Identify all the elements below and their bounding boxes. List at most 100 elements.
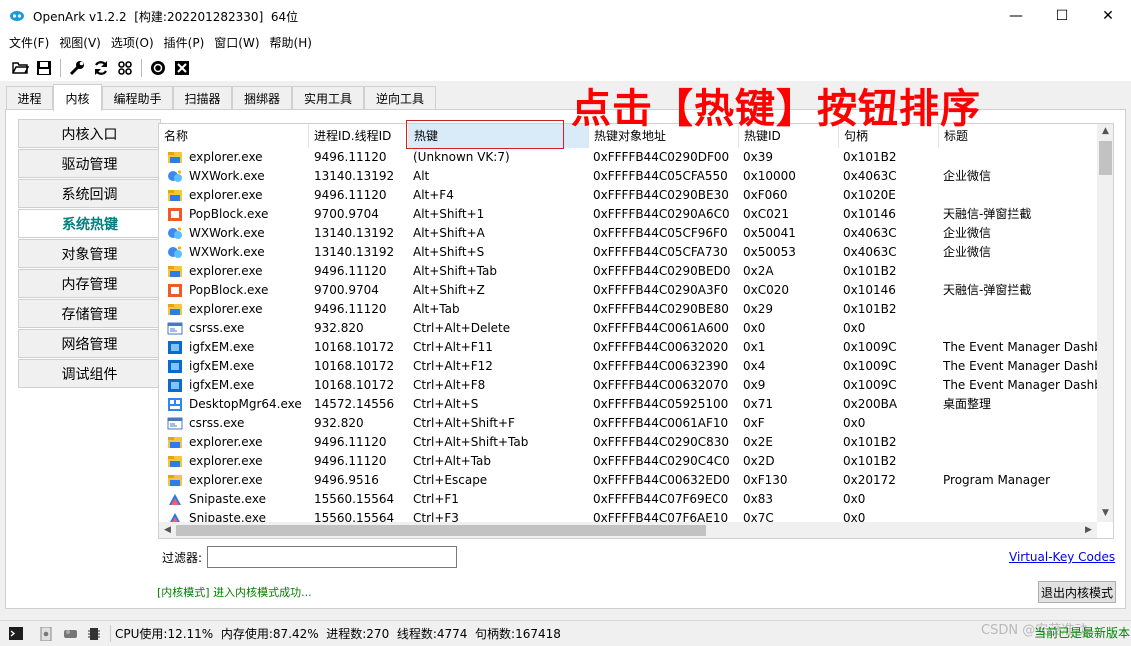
hotkey-id-cell: 0x2D — [743, 454, 775, 468]
table-row[interactable]: PopBlock.exe 9700.9704 Alt+Shift+1 0xFFFFB4… — [159, 205, 1097, 224]
hotkey-id-cell: 0x50053 — [743, 245, 796, 259]
hotkey-cell: Alt+Shift+Tab — [413, 264, 497, 278]
window-title-cell — [943, 319, 1097, 338]
tab-utilities[interactable]: 实用工具 — [292, 86, 364, 110]
table-row[interactable]: DesktopMgr64.exe 14572.14556 Ctrl+Alt+S 0xF… — [159, 395, 1097, 414]
hotkey-address-cell: 0xFFFFB44C07F69EC0 — [593, 492, 729, 506]
hotkey-cell: Alt+Tab — [413, 302, 460, 316]
wrench-icon[interactable] — [67, 58, 87, 78]
minimize-icon: — — [1009, 8, 1023, 24]
column-header-pid-tid[interactable]: 进程ID.线程ID — [309, 124, 409, 148]
menu-plugins[interactable]: 插件(P) — [159, 33, 210, 53]
settings-icon[interactable] — [38, 626, 54, 642]
table-row[interactable]: csrss.exe 932.820 Ctrl+Alt+Delete 0xFFFFB44… — [159, 319, 1097, 338]
hotkey-cell: Ctrl+Alt+F8 — [413, 378, 486, 392]
igfx-icon — [167, 359, 183, 374]
process-name-cell: Snipaste.exe — [189, 492, 266, 506]
tab-process[interactable]: 进程 — [6, 86, 53, 110]
minimize-button[interactable]: — — [993, 0, 1039, 32]
process-name-cell: explorer.exe — [189, 302, 263, 316]
hotkey-id-cell: 0x39 — [743, 150, 774, 164]
handle-cell: 0x20172 — [843, 473, 896, 487]
table-row[interactable]: igfxEM.exe 10168.10172 Ctrl+Alt+F8 0xFFFFB4… — [159, 376, 1097, 395]
process-name-cell: csrss.exe — [189, 416, 245, 430]
hotkey-id-cell: 0xF — [743, 416, 765, 430]
sidebar-item-system-hotkeys[interactable]: 系统热键 — [18, 209, 161, 238]
sidebar-item-debug-components[interactable]: 调试组件 — [18, 359, 161, 388]
table-row[interactable]: igfxEM.exe 10168.10172 Ctrl+Alt+F12 0xFFFFB… — [159, 357, 1097, 376]
menu-window[interactable]: 窗口(W) — [209, 33, 264, 53]
handle-cell: 0x0 — [843, 321, 866, 335]
hotkey-cell: Alt — [413, 169, 430, 183]
menu-options[interactable]: 选项(O) — [106, 33, 159, 53]
console-window-icon[interactable] — [8, 626, 24, 642]
hotkey-id-cell: 0xC021 — [743, 207, 790, 221]
close-box-icon[interactable] — [172, 58, 192, 78]
table-row[interactable]: explorer.exe 9496.11120 Alt+Tab 0xFFFFB44C0… — [159, 300, 1097, 319]
table-row[interactable]: WXWork.exe 13140.13192 Alt+Shift+S 0xFFFFB4… — [159, 243, 1097, 262]
tab-kernel[interactable]: 内核 — [53, 84, 102, 111]
tab-bundler[interactable]: 捆绑器 — [232, 86, 292, 110]
pid-tid-cell: 13140.13192 — [314, 226, 395, 240]
table-row[interactable]: csrss.exe 932.820 Ctrl+Alt+Shift+F 0xFFFFB4… — [159, 414, 1097, 433]
table-row[interactable]: Snipaste.exe 15560.15564 Ctrl+F1 0xFFFFB44C… — [159, 490, 1097, 509]
sidebar-item-memory-manager[interactable]: 内存管理 — [18, 269, 161, 298]
save-icon[interactable] — [34, 58, 54, 78]
refresh-icon[interactable] — [91, 58, 111, 78]
hotkey-address-cell: 0xFFFFB44C0290A6C0 — [593, 207, 730, 221]
tab-coder-kit[interactable]: 编程助手 — [102, 86, 173, 110]
grid-icon[interactable] — [115, 58, 135, 78]
table-row[interactable]: igfxEM.exe 10168.10172 Ctrl+Alt+F11 0xFFFFB… — [159, 338, 1097, 357]
sidebar-item-storage-manager[interactable]: 存储管理 — [18, 299, 161, 328]
open-folder-icon[interactable] — [10, 58, 30, 78]
menu-help[interactable]: 帮助(H) — [265, 33, 317, 53]
menu-file[interactable]: 文件(F) — [4, 33, 54, 53]
handle-cell: 0x1009C — [843, 340, 897, 354]
table-row[interactable]: PopBlock.exe 9700.9704 Alt+Shift+Z 0xFFFFB4… — [159, 281, 1097, 300]
table-row[interactable]: explorer.exe 9496.11120 Ctrl+Alt+Tab 0xFFFF… — [159, 452, 1097, 471]
scroll-left-icon[interactable]: ◀ — [159, 525, 176, 535]
pid-tid-cell: 9496.11120 — [314, 264, 387, 278]
window-title-cell — [943, 262, 1097, 281]
window-title-cell: The Event Manager Dashb — [943, 359, 1097, 373]
table-row[interactable]: WXWork.exe 13140.13192 Alt+Shift+A 0xFFFFB4… — [159, 224, 1097, 243]
horizontal-scroll-thumb[interactable] — [176, 525, 706, 536]
wxwork-icon — [167, 245, 183, 260]
scroll-up-icon[interactable]: ▲ — [1097, 126, 1113, 136]
console-icon[interactable] — [148, 58, 168, 78]
table-row[interactable]: explorer.exe 9496.11120 Alt+Shift+Tab 0xFFF… — [159, 262, 1097, 281]
table-row[interactable]: explorer.exe 9496.11120 Ctrl+Alt+Shift+Tab… — [159, 433, 1097, 452]
vertical-scroll-thumb[interactable] — [1099, 141, 1112, 175]
column-header-name[interactable]: 名称 — [159, 124, 309, 148]
sidebar-item-network-manager[interactable]: 网络管理 — [18, 329, 161, 358]
filter-input[interactable] — [207, 546, 457, 568]
sidebar-item-driver-manager[interactable]: 驱动管理 — [18, 149, 161, 178]
pid-tid-cell: 9496.11120 — [314, 302, 387, 316]
process-name-cell: csrss.exe — [189, 321, 245, 335]
tab-reverse[interactable]: 逆向工具 — [364, 86, 436, 110]
memory-icon[interactable] — [86, 626, 102, 642]
pid-tid-cell: 932.820 — [314, 416, 364, 430]
title-bar: OpenArk v1.2.2 [构建:202201282330] 64位 — ☐… — [0, 0, 1131, 32]
table-row[interactable]: explorer.exe 9496.11120 (Unknown VK:7) 0xFF… — [159, 148, 1097, 167]
horizontal-scrollbar[interactable]: ◀ ▶ — [159, 522, 1097, 538]
sidebar-item-object-manager[interactable]: 对象管理 — [18, 239, 161, 268]
table-row[interactable]: WXWork.exe 13140.13192 Alt 0xFFFFB44C05CFA5… — [159, 167, 1097, 186]
virtual-key-codes-link[interactable]: Virtual-Key Codes — [1009, 550, 1115, 564]
vertical-scrollbar[interactable]: ▲ ▼ — [1097, 124, 1113, 522]
plugin-icon[interactable] — [62, 626, 78, 642]
hotkey-cell: Alt+Shift+1 — [413, 207, 485, 221]
tab-scanner[interactable]: 扫描器 — [173, 86, 232, 110]
table-row[interactable]: explorer.exe 9496.9516 Ctrl+Escape 0xFFFFB4… — [159, 471, 1097, 490]
sidebar-item-kernel-entry[interactable]: 内核入口 — [18, 119, 161, 148]
scroll-down-icon[interactable]: ▼ — [1097, 508, 1113, 518]
handle-cell: 0x4063C — [843, 245, 897, 259]
exit-kernel-mode-button[interactable]: 退出内核模式 — [1038, 581, 1116, 603]
hotkey-id-cell: 0xC020 — [743, 283, 790, 297]
close-button[interactable]: ✕ — [1085, 0, 1131, 32]
sidebar-item-system-callbacks[interactable]: 系统回调 — [18, 179, 161, 208]
scroll-right-icon[interactable]: ▶ — [1080, 525, 1097, 535]
maximize-button[interactable]: ☐ — [1039, 0, 1085, 32]
table-row[interactable]: explorer.exe 9496.11120 Alt+F4 0xFFFFB44C02… — [159, 186, 1097, 205]
menu-view[interactable]: 视图(V) — [54, 33, 106, 53]
